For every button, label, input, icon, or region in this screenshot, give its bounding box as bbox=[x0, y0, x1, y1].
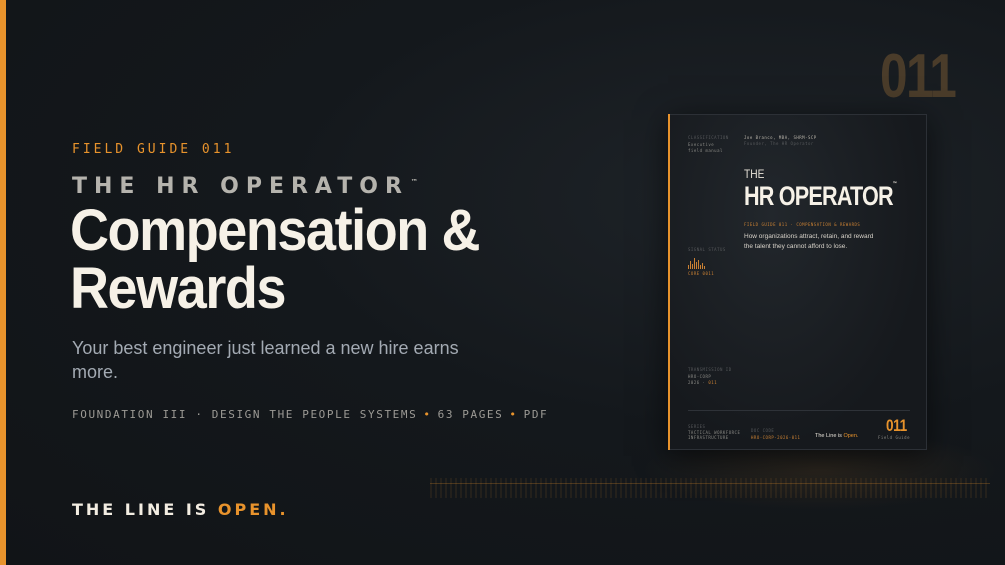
cover-signal-value: CORE 0011 bbox=[688, 271, 715, 276]
cover-transmission-label: TRANSMISSION ID bbox=[688, 367, 732, 372]
cover-accent-bar bbox=[668, 114, 670, 450]
page-title-line-1: Compensation & bbox=[70, 198, 480, 263]
tagline-prefix: THE LINE IS bbox=[72, 500, 210, 519]
cover-title-text: HR OPERATOR bbox=[744, 181, 894, 211]
signal-bars-icon bbox=[688, 257, 705, 269]
trademark-mark: ™ bbox=[410, 178, 418, 186]
cover-transmission-2-suffix: 011 bbox=[708, 380, 718, 385]
page-title: Compensation & Rewards bbox=[70, 198, 480, 321]
cover-the: THE bbox=[744, 167, 765, 181]
meta-separator: • bbox=[423, 408, 432, 421]
meta-separator: • bbox=[509, 408, 518, 421]
cover-author: Joe Branco, MBA, SHRM-SCP bbox=[744, 135, 817, 140]
cover-doc-value: HRO-CORP-2026-011 bbox=[751, 435, 801, 440]
scanline-decoration bbox=[430, 478, 990, 498]
cover-classification-value-2: field manual bbox=[688, 148, 723, 153]
cover-signal-label: SIGNAL STATUS bbox=[688, 247, 726, 252]
cover-number-sub: Field Guide bbox=[878, 435, 910, 440]
tagline: THE LINE IS OPEN. bbox=[72, 500, 289, 519]
cover-classification-value-1: Executive bbox=[688, 142, 715, 147]
cover-divider bbox=[688, 410, 910, 411]
cover-line-open: The Line is Open. bbox=[815, 433, 858, 439]
cover-doc-label: DOC CODE bbox=[751, 428, 775, 433]
cover-line-open-word: Open. bbox=[843, 433, 859, 439]
meta-pages: 63 PAGES bbox=[437, 408, 504, 421]
guide-number: 011 bbox=[880, 42, 957, 111]
subtitle: Your best engineer just learned a new hi… bbox=[72, 338, 459, 382]
cover-guide-line: FIELD GUIDE 011 · COMPENSATION & REWARDS bbox=[744, 222, 861, 227]
tagline-open: OPEN. bbox=[217, 500, 289, 519]
cover-trademark: ™ bbox=[892, 181, 897, 187]
cover-transmission-1: HRO-CORP bbox=[688, 374, 712, 379]
cover-description: How organizations attract, retain, and r… bbox=[744, 233, 874, 250]
series-name: THE HR OPERATOR bbox=[72, 174, 409, 199]
cover-series-2: INFRASTRUCTURE bbox=[688, 435, 729, 440]
cover-series-label: SERIES bbox=[688, 424, 706, 429]
meta-line: FOUNDATION III · DESIGN THE PEOPLE SYSTE… bbox=[72, 408, 548, 421]
series-title: THE HR OPERATOR ™ bbox=[72, 174, 418, 199]
cover-number: 011 bbox=[886, 416, 907, 435]
scanline-rule bbox=[430, 483, 990, 484]
cover-transmission-2-prefix: 2026 · bbox=[688, 380, 706, 385]
page-title-line-2: Rewards bbox=[70, 256, 286, 321]
cover-title: HR OPERATOR™ bbox=[744, 181, 897, 212]
cover-line-prefix: The Line is bbox=[815, 433, 842, 439]
accent-bar bbox=[0, 0, 6, 565]
cover-transmission-2: 2026 · 011 bbox=[688, 380, 717, 385]
meta-format: PDF bbox=[523, 408, 549, 421]
cover-author-role: Founder, The HR Operator bbox=[744, 141, 814, 146]
cover-classification-label: CLASSIFICATION bbox=[688, 135, 729, 140]
book-cover: CLASSIFICATION Executive field manual Jo… bbox=[668, 114, 927, 450]
meta-foundation: FOUNDATION III · DESIGN THE PEOPLE SYSTE… bbox=[72, 408, 418, 421]
eyebrow-label: FIELD GUIDE 011 bbox=[72, 142, 235, 157]
